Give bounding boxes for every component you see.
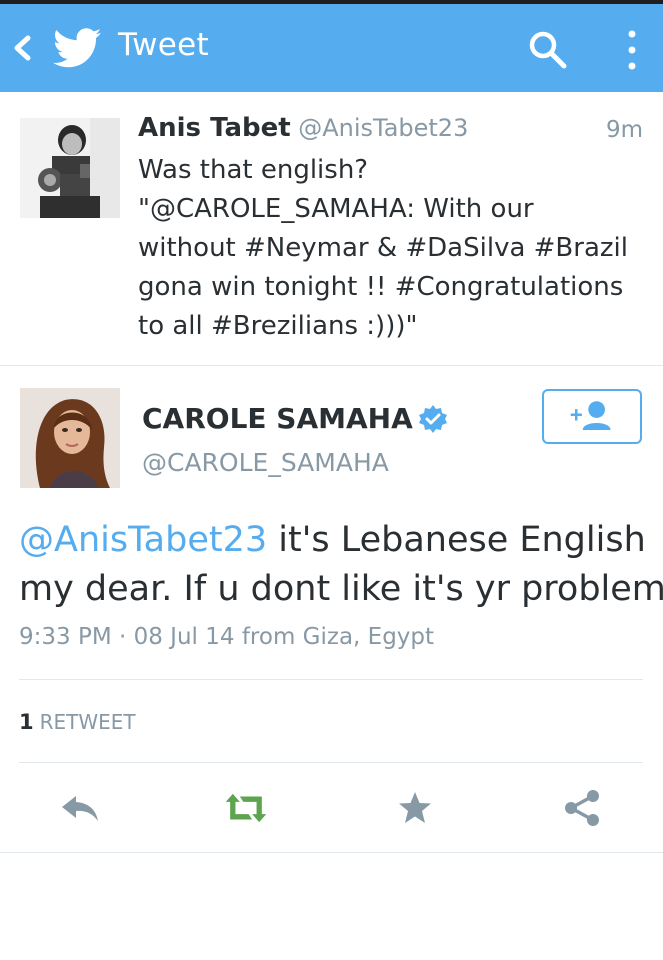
reply-text-line: without #Neymar & #DaSilva #Brazil bbox=[138, 233, 628, 263]
reply-text-line: gona win tonight !! #Congratulations bbox=[138, 272, 624, 302]
reply-author-name[interactable]: Anis Tabet bbox=[138, 113, 291, 143]
share-icon[interactable] bbox=[560, 788, 604, 828]
reply-text-line: "@CAROLE_SAMAHA: With our bbox=[138, 194, 534, 224]
author-name[interactable]: CAROLE SAMAHA bbox=[142, 402, 413, 435]
twitter-bird-icon bbox=[53, 28, 101, 68]
reply-text-line: Was that english? bbox=[138, 155, 369, 185]
reply-text-line: to all #Brezilians :)))" bbox=[138, 311, 418, 341]
tweet-text: @AnisTabet23 it's Lebanese English my de… bbox=[19, 516, 663, 614]
verified-badge-icon bbox=[419, 405, 447, 433]
svg-text:+: + bbox=[570, 403, 583, 428]
add-user-icon: + bbox=[570, 401, 611, 430]
reply-tweet-text: Was that english? "@CAROLE_SAMAHA: With … bbox=[138, 151, 638, 346]
avatar-carole-samaha[interactable] bbox=[20, 388, 120, 488]
avatar-anis-tabet[interactable] bbox=[20, 118, 120, 218]
retweet-label: RETWEET bbox=[39, 710, 136, 734]
author-handle[interactable]: @CAROLE_SAMAHA bbox=[142, 448, 389, 477]
tweet-text-line: @AnisTabet23 it's Lebanese English bbox=[19, 516, 649, 565]
reply-author-handle[interactable]: @AnisTabet23 bbox=[298, 114, 468, 142]
reply-timestamp: 9m bbox=[606, 117, 644, 143]
mention-link[interactable]: @AnisTabet23 bbox=[19, 520, 267, 560]
screen-title: Tweet bbox=[118, 27, 209, 63]
divider bbox=[19, 679, 643, 680]
favorite-icon[interactable] bbox=[393, 788, 437, 828]
app-bar: Tweet bbox=[0, 4, 663, 92]
overflow-menu-icon[interactable] bbox=[620, 26, 644, 74]
retweet-stats[interactable]: 1 RETWEET bbox=[19, 710, 136, 734]
tweet-text-fragment: it's Lebanese English bbox=[267, 520, 646, 560]
search-icon[interactable] bbox=[526, 28, 570, 72]
retweet-icon[interactable] bbox=[224, 788, 268, 828]
reply-author-line: Anis Tabet @AnisTabet23 bbox=[138, 112, 468, 143]
back-chevron-icon[interactable] bbox=[8, 28, 36, 68]
divider bbox=[19, 762, 643, 763]
retweet-count: 1 bbox=[19, 710, 34, 734]
reply-icon[interactable] bbox=[58, 788, 102, 828]
tweet-meta: 9:33 PM · 08 Jul 14 from Giza, Egypt bbox=[19, 624, 435, 650]
divider bbox=[0, 852, 663, 853]
tweet-text-line: my dear. If u dont like it's yr problem. bbox=[19, 569, 663, 609]
follow-button[interactable]: + bbox=[542, 389, 642, 444]
